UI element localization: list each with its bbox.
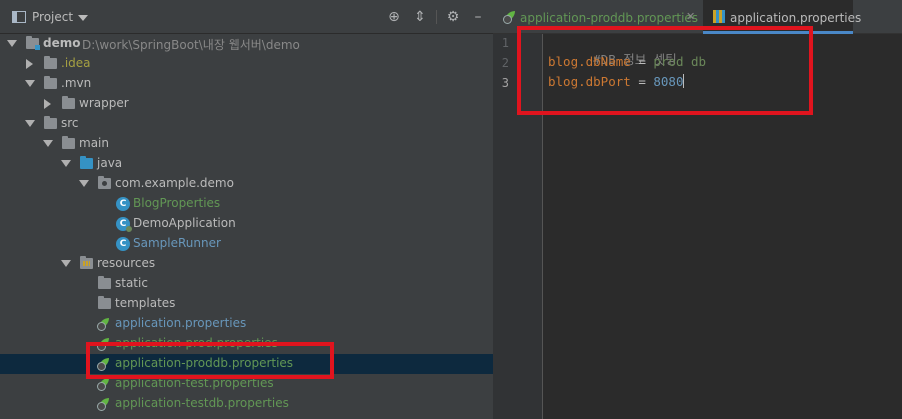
code-line-3[interactable]: blog.dbPort = 8080 xyxy=(548,74,685,89)
line-number-gutter: 1 2 3 xyxy=(493,34,543,419)
resources-folder-icon xyxy=(80,256,93,269)
property-key: blog.dbName xyxy=(548,54,631,69)
gear-icon[interactable]: ⚙ xyxy=(436,8,462,26)
tree-label: .mvn xyxy=(61,76,92,90)
equals-sign: = xyxy=(630,54,654,69)
tab-label: application-proddb.properties xyxy=(520,11,699,25)
tree-label: DemoApplication xyxy=(133,216,236,230)
tree-label: SampleRunner xyxy=(133,236,221,250)
folder-icon xyxy=(44,76,57,89)
source-folder-icon xyxy=(80,156,93,169)
expand-arrow-icon[interactable] xyxy=(7,40,17,47)
tree-item-static[interactable]: static xyxy=(0,274,493,294)
class-icon: C xyxy=(116,237,130,251)
tree-item-src[interactable]: src xyxy=(0,114,493,134)
folder-icon xyxy=(98,296,111,309)
folder-icon xyxy=(62,136,75,149)
tree-item-main[interactable]: main xyxy=(0,134,493,154)
class-icon: C xyxy=(116,197,130,211)
folder-icon xyxy=(44,116,57,129)
tree-item-package[interactable]: com.example.demo xyxy=(0,174,493,194)
module-path: D:\work\SpringBoot\내장 웹서버\demo xyxy=(82,38,300,52)
expand-arrow-icon[interactable] xyxy=(61,260,71,267)
tab-application-proddb[interactable]: application-proddb.properties ✕ xyxy=(493,0,701,34)
project-view-icon xyxy=(12,11,26,23)
editor-pane: application-proddb.properties ✕ applicat… xyxy=(493,0,902,419)
collapse-arrow-icon[interactable] xyxy=(26,59,33,69)
tree-label: application-testdb.properties xyxy=(115,396,289,410)
collapse-icon[interactable]: ⇕ xyxy=(411,8,429,26)
tree-item-samplerunner[interactable]: C SampleRunner xyxy=(0,234,493,254)
expand-arrow-icon[interactable] xyxy=(25,80,35,87)
tree-label-demo: demo xyxy=(43,36,81,50)
project-title[interactable]: Project xyxy=(32,10,73,24)
folder-icon xyxy=(98,276,111,289)
tree-label: resources xyxy=(97,256,156,270)
tree-item-demo[interactable]: demo D:\work\SpringBoot\내장 웹서버\demo xyxy=(0,34,493,54)
tree-label: .idea xyxy=(61,56,91,70)
package-icon xyxy=(98,176,111,189)
chevron-down-icon[interactable] xyxy=(78,15,88,21)
folder-icon xyxy=(62,96,75,109)
tree-item-application-testdb-properties[interactable]: application-testdb.properties xyxy=(0,394,493,414)
tree-label: application.properties xyxy=(115,316,247,330)
tree-item-resources[interactable]: resources xyxy=(0,254,493,274)
tree-label: java xyxy=(97,156,123,170)
tab-label: application.properties xyxy=(730,11,862,25)
spring-properties-icon xyxy=(97,338,111,351)
expand-arrow-icon[interactable] xyxy=(25,120,35,127)
tree-label: application-prod.properties xyxy=(115,336,278,350)
line-number: 3 xyxy=(501,76,509,90)
tab-application-properties[interactable]: application.properties xyxy=(703,0,861,34)
tree-item-application-properties[interactable]: application.properties xyxy=(0,314,493,334)
property-key: blog.dbPort xyxy=(548,74,631,89)
tree-item-blogproperties[interactable]: C BlogProperties xyxy=(0,194,493,214)
tree-label: application-proddb.properties xyxy=(115,356,294,370)
code-line-2[interactable]: blog.dbName = prod db xyxy=(548,54,706,69)
expand-arrow-icon[interactable] xyxy=(79,180,89,187)
spring-properties-icon xyxy=(503,11,517,24)
tree-item-partial[interactable] xyxy=(0,414,493,419)
tree-item-application-prod-properties[interactable]: application-prod.properties xyxy=(0,334,493,354)
equals-sign: = xyxy=(630,74,654,89)
line-number: 1 xyxy=(501,36,509,50)
project-header: Project ⊕ ⇕ ⚙ – xyxy=(0,0,493,34)
spring-boot-class-icon: C xyxy=(116,217,132,232)
expand-arrow-icon[interactable] xyxy=(43,140,53,147)
property-value: prod db xyxy=(653,54,707,69)
text-caret xyxy=(683,74,685,88)
tree-label: static xyxy=(115,276,148,290)
locate-icon[interactable]: ⊕ xyxy=(385,8,403,26)
tree-label: wrapper xyxy=(79,96,129,110)
spring-properties-icon xyxy=(97,318,111,331)
folder-icon xyxy=(44,56,57,69)
tree-item-templates[interactable]: templates xyxy=(0,294,493,314)
spring-properties-icon xyxy=(97,358,111,371)
collapse-arrow-icon[interactable] xyxy=(44,99,51,109)
spring-properties-icon xyxy=(97,378,111,391)
tree-item-mvn[interactable]: .mvn xyxy=(0,74,493,94)
tree-label: com.example.demo xyxy=(115,176,234,190)
tree-label: BlogProperties xyxy=(133,196,221,210)
property-value: 8080 xyxy=(653,74,684,89)
tree-item-idea[interactable]: .idea xyxy=(0,54,493,74)
tree-item-demoapplication[interactable]: C DemoApplication xyxy=(0,214,493,234)
line-number: 2 xyxy=(501,56,509,70)
tree-label: application-test.properties xyxy=(115,376,274,390)
project-tool-window: Project ⊕ ⇕ ⚙ – demo D:\work\SpringBoot\… xyxy=(0,0,493,419)
expand-arrow-icon[interactable] xyxy=(61,160,71,167)
tree-item-java[interactable]: java xyxy=(0,154,493,174)
tree-label: templates xyxy=(115,296,176,310)
tree-label: src xyxy=(61,116,79,130)
spring-properties-icon xyxy=(97,398,111,411)
minimize-icon[interactable]: – xyxy=(469,8,487,26)
module-folder-icon xyxy=(26,36,40,50)
tree-item-wrapper[interactable]: wrapper xyxy=(0,94,493,114)
close-icon[interactable]: ✕ xyxy=(686,10,695,23)
properties-file-icon xyxy=(713,10,725,23)
tree-item-application-proddb-properties[interactable]: application-proddb.properties xyxy=(0,354,493,374)
tree-label: main xyxy=(79,136,109,150)
tree-item-application-test-properties[interactable]: application-test.properties xyxy=(0,374,493,394)
editor-tab-bar: application-proddb.properties ✕ applicat… xyxy=(493,0,902,34)
